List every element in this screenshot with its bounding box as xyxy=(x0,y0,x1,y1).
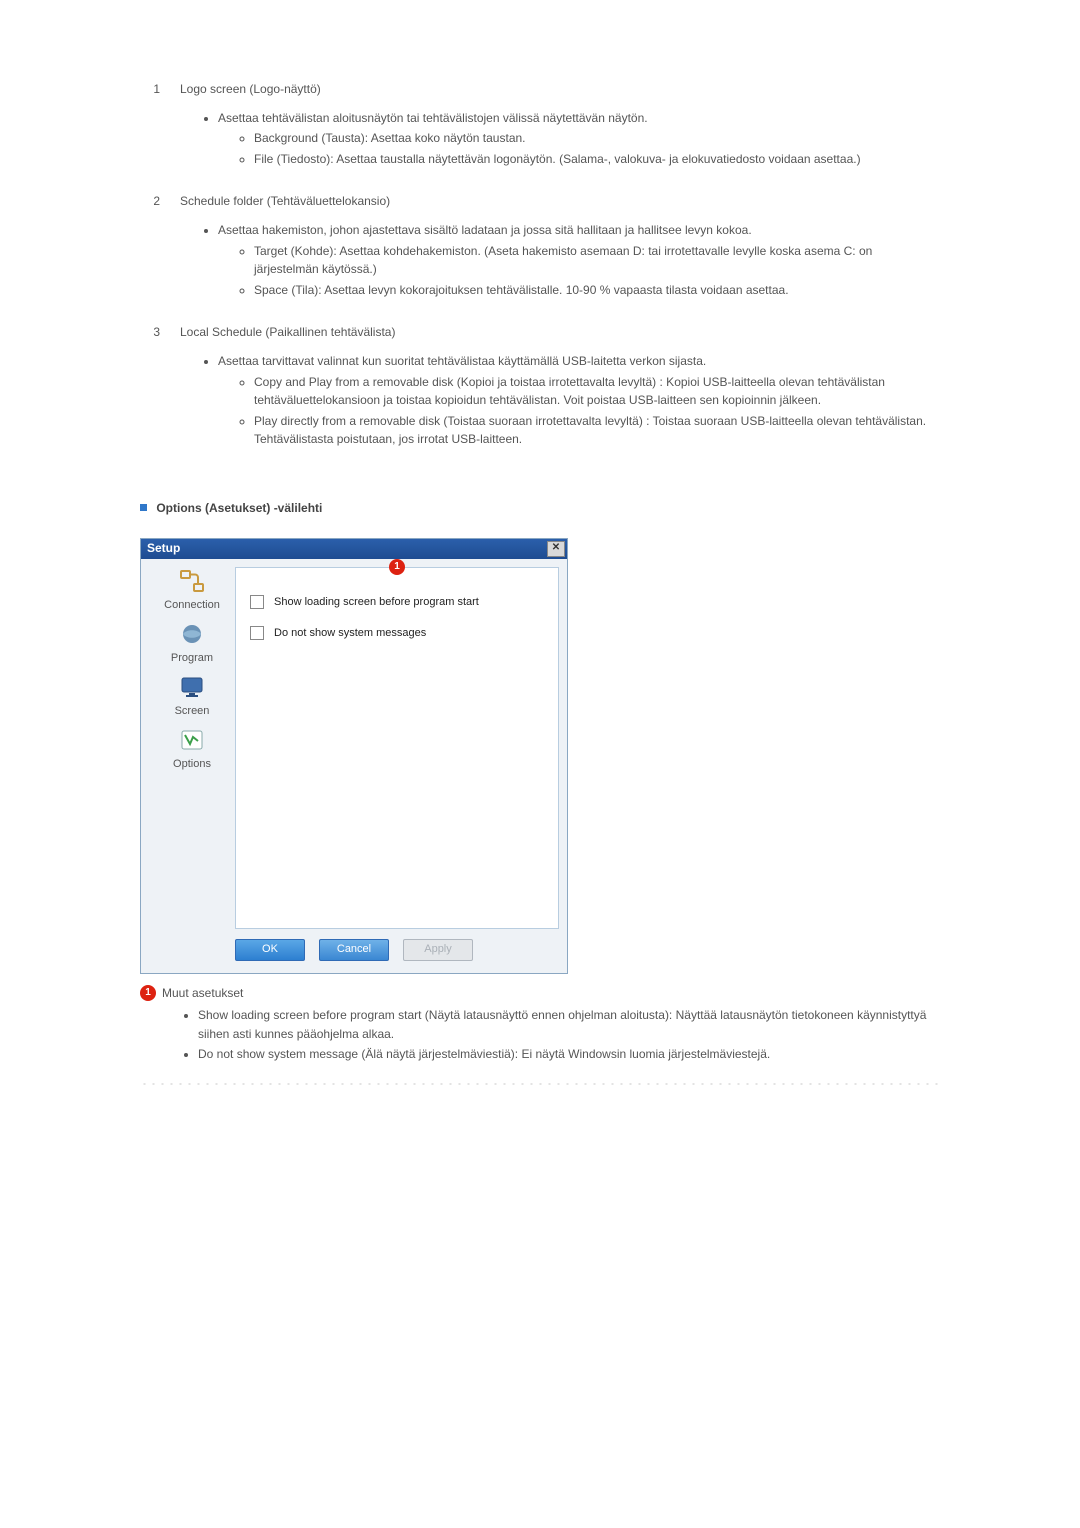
divider xyxy=(140,1082,940,1086)
sub-bullet: Background (Tausta): Asettaa koko näytön… xyxy=(254,129,940,148)
section-title: Schedule folder (Tehtäväluettelokansio) xyxy=(180,194,390,208)
dialog-footer: OK Cancel Apply xyxy=(141,929,567,973)
dialog-sidebar: Connection Program Screen xyxy=(149,567,235,929)
close-button[interactable]: ✕ xyxy=(547,541,565,557)
sidebar-item-program[interactable]: Program xyxy=(149,620,235,667)
dialog-titlebar: Setup ✕ xyxy=(141,539,567,559)
sidebar-label: Program xyxy=(171,650,213,667)
options-panel: 1 Show loading screen before program sta… xyxy=(235,567,559,929)
bullet-text: Asettaa tarvittavat valinnat kun suorita… xyxy=(218,354,706,368)
section-2: 2 Schedule folder (Tehtäväluettelokansio… xyxy=(140,192,940,299)
option-no-system-messages[interactable]: Do not show system messages xyxy=(250,625,544,642)
section-3: 3 Local Schedule (Paikallinen tehtävälis… xyxy=(140,323,940,449)
footer-bullets: Show loading screen before program start… xyxy=(140,1006,940,1064)
apply-button[interactable]: Apply xyxy=(403,939,473,961)
sidebar-item-connection[interactable]: Connection xyxy=(149,567,235,614)
checkbox-icon[interactable] xyxy=(250,626,264,640)
option-show-loading[interactable]: Show loading screen before program start xyxy=(250,594,544,611)
cancel-button[interactable]: Cancel xyxy=(319,939,389,961)
bullet: Asettaa tehtävälistan aloitusnäytön tai … xyxy=(218,109,940,169)
sidebar-label: Connection xyxy=(164,597,220,614)
options-tab-heading: Options (Asetukset) -välilehti xyxy=(140,499,940,518)
sub-bullet: Target (Kohde): Asettaa kohdehakemiston.… xyxy=(254,242,940,279)
section-num: 2 xyxy=(140,192,160,211)
sidebar-item-options[interactable]: Options xyxy=(149,726,235,773)
callout-marker-1: 1 xyxy=(140,985,156,1001)
option-label: Do not show system messages xyxy=(274,625,426,642)
sidebar-item-screen[interactable]: Screen xyxy=(149,673,235,720)
sub-bullet: Copy and Play from a removable disk (Kop… xyxy=(254,373,940,410)
footer-bullet: Show loading screen before program start… xyxy=(198,1006,940,1043)
footer-callout: 1 Muut asetukset xyxy=(140,984,940,1003)
section-num: 1 xyxy=(140,80,160,99)
screen-icon xyxy=(177,673,207,701)
footer-title: Muut asetukset xyxy=(162,984,243,1003)
checkbox-icon[interactable] xyxy=(250,595,264,609)
sub-bullet: Space (Tila): Asettaa levyn kokorajoituk… xyxy=(254,281,940,300)
tab-heading-text: Options (Asetukset) -välilehti xyxy=(156,501,322,515)
sub-bullet: File (Tiedosto): Asettaa taustalla näyte… xyxy=(254,150,940,169)
numbered-sections: 1 Logo screen (Logo-näyttö) Asettaa teht… xyxy=(140,80,940,449)
program-icon xyxy=(177,620,207,648)
sidebar-label: Screen xyxy=(175,703,210,720)
bullet-text: Asettaa tehtävälistan aloitusnäytön tai … xyxy=(218,111,648,125)
option-label: Show loading screen before program start xyxy=(274,594,479,611)
bullet-square-icon xyxy=(140,504,147,511)
callout-marker-1: 1 xyxy=(389,559,405,575)
sub-bullet: Play directly from a removable disk (Toi… xyxy=(254,412,940,449)
ok-button[interactable]: OK xyxy=(235,939,305,961)
footer-bullet: Do not show system message (Älä näytä jä… xyxy=(198,1045,940,1064)
bullet-text: Asettaa hakemiston, johon ajastettava si… xyxy=(218,223,752,237)
bullet: Asettaa tarvittavat valinnat kun suorita… xyxy=(218,352,940,449)
dialog-title: Setup xyxy=(147,539,180,558)
section-num: 3 xyxy=(140,323,160,342)
sidebar-label: Options xyxy=(173,756,211,773)
bullet: Asettaa hakemiston, johon ajastettava si… xyxy=(218,221,940,299)
section-1: 1 Logo screen (Logo-näyttö) Asettaa teht… xyxy=(140,80,940,168)
connection-icon xyxy=(177,567,207,595)
setup-dialog: Setup ✕ Connection Program xyxy=(140,538,568,974)
section-title: Local Schedule (Paikallinen tehtävälista… xyxy=(180,325,395,339)
options-icon xyxy=(177,726,207,754)
section-title: Logo screen (Logo-näyttö) xyxy=(180,82,321,96)
